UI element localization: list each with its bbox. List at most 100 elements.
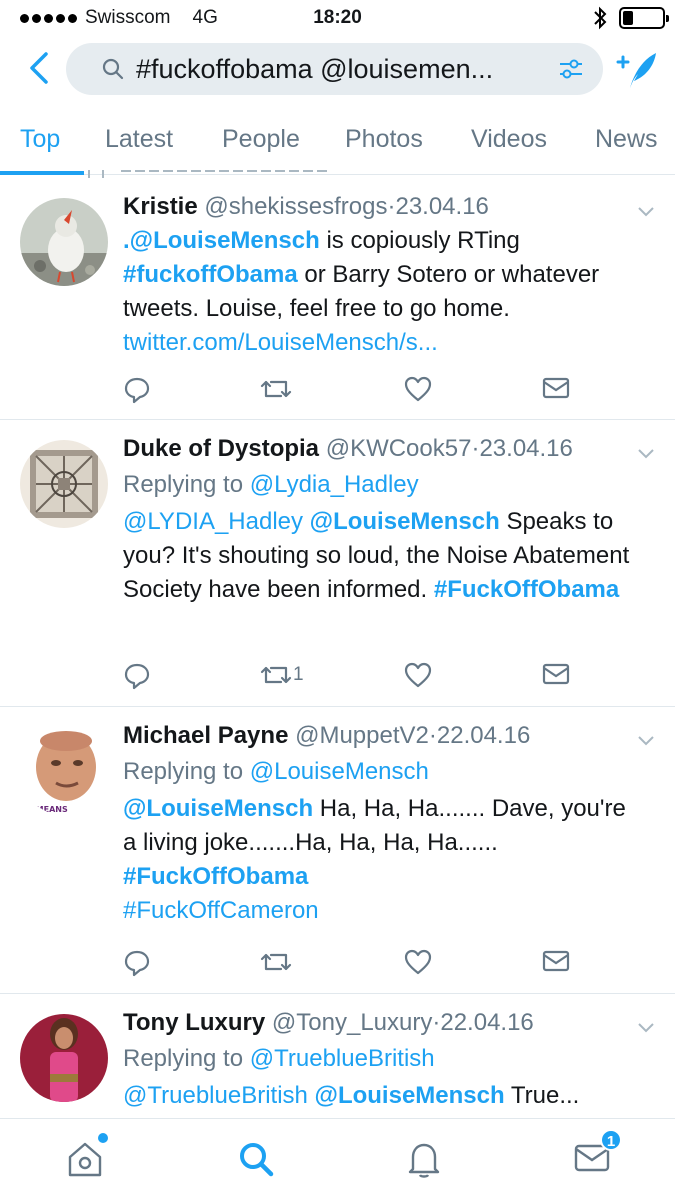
- user-handle[interactable]: @MuppetV2: [295, 722, 429, 749]
- mention-link[interactable]: @LouiseMensch: [123, 795, 313, 822]
- replying-to: Replying to @Lydia_Hadley: [123, 467, 635, 503]
- replying-to: Replying to @TrueblueBritish: [123, 1041, 635, 1077]
- avatar[interactable]: [20, 1014, 108, 1102]
- hashtag-link[interactable]: #fuckoffObama: [123, 261, 298, 288]
- bottom-tab-bar: 1: [0, 1118, 675, 1200]
- home-icon: [68, 1142, 102, 1177]
- like-button[interactable]: [404, 662, 432, 688]
- user-handle[interactable]: @Tony_Luxury: [272, 1009, 432, 1036]
- retweet-button[interactable]: [259, 949, 293, 975]
- chevron-down-icon[interactable]: [635, 1016, 657, 1038]
- like-button[interactable]: [404, 376, 432, 402]
- tweet-date: 23.04.16: [395, 193, 489, 220]
- retweet-button[interactable]: [259, 376, 293, 402]
- bell-icon: [408, 1143, 440, 1178]
- retweet-icon: [260, 666, 292, 684]
- user-handle[interactable]: @shekissesfrogs: [204, 193, 387, 220]
- search-filter-button[interactable]: [557, 55, 585, 88]
- tab-people[interactable]: People: [222, 125, 300, 154]
- mention-link[interactable]: .@LouiseMensch: [123, 227, 320, 254]
- tweet-header: Duke of Dystopia @KWCook57·23.04.16: [123, 434, 635, 464]
- tweet-header: Michael Payne @MuppetV2·22.04.16: [123, 721, 635, 751]
- display-name[interactable]: Michael Payne: [123, 722, 288, 749]
- tweet[interactable]: Tony Luxury @Tony_Luxury·22.04.16 Replyi…: [0, 994, 675, 1118]
- like-button[interactable]: [404, 949, 432, 975]
- bluetooth-icon: [594, 6, 607, 30]
- tweet-text-part: True...: [504, 1082, 580, 1109]
- replying-to: Replying to @LouiseMensch: [123, 754, 635, 790]
- mention-link[interactable]: @TrueblueBritish: [123, 1082, 308, 1109]
- url-link[interactable]: twitter.com/LouiseMensch/s...: [123, 329, 438, 356]
- tweet[interactable]: Kristie @shekissesfrogs·23.04.16 .@Louis…: [0, 178, 675, 420]
- tweet-header: Kristie @shekissesfrogs·23.04.16: [123, 192, 635, 222]
- replying-to-prefix: Replying to: [123, 471, 250, 498]
- display-name[interactable]: Kristie: [123, 193, 198, 220]
- mention-link[interactable]: @LouiseMensch: [315, 1082, 505, 1109]
- avatar-caption: VEMEANS: [24, 805, 68, 814]
- replying-to-link[interactable]: @Lydia_Hadley: [250, 471, 419, 498]
- search-input[interactable]: #fuckoffobama @louisemen...: [66, 43, 603, 95]
- tweet-date: 22.04.16: [440, 1009, 534, 1036]
- replying-to-link[interactable]: @LouiseMensch: [250, 758, 429, 785]
- tab-videos[interactable]: Videos: [471, 125, 547, 154]
- heart-icon: [404, 949, 432, 975]
- reply-button[interactable]: [123, 949, 151, 977]
- status-bar: Swisscom 4G 18:20: [0, 0, 675, 36]
- envelope-icon: [542, 950, 570, 972]
- search-icon: [240, 1143, 274, 1177]
- mention-link[interactable]: @LouiseMensch: [310, 508, 500, 535]
- tab-top[interactable]: Top: [20, 125, 60, 154]
- reply-icon: [124, 663, 150, 690]
- sliders-icon: [560, 59, 582, 79]
- tweet-actions: [123, 376, 583, 406]
- chevron-down-icon[interactable]: [635, 442, 657, 464]
- replying-to-link[interactable]: @TrueblueBritish: [250, 1045, 435, 1072]
- nav-home[interactable]: [66, 1133, 108, 1184]
- reply-button[interactable]: [123, 662, 151, 690]
- tab-latest[interactable]: Latest: [105, 125, 173, 154]
- chevron-down-icon[interactable]: [635, 729, 657, 751]
- chevron-down-icon[interactable]: [635, 200, 657, 222]
- tweet-text: .@LouiseMensch is copiously RTing #fucko…: [123, 224, 635, 360]
- display-name[interactable]: Duke of Dystopia: [123, 435, 319, 462]
- replying-to-prefix: Replying to: [123, 758, 250, 785]
- hashtag-link[interactable]: #FuckOffCameron: [123, 897, 319, 924]
- tweet-date: 23.04.16: [479, 435, 573, 462]
- tweet-actions: [123, 949, 583, 979]
- active-tab-indicator: [0, 171, 84, 175]
- reply-icon: [124, 950, 150, 977]
- mention-link[interactable]: @LYDIA_Hadley: [123, 508, 303, 535]
- back-button[interactable]: [22, 48, 56, 88]
- direct-message-button[interactable]: [542, 662, 570, 686]
- search-query[interactable]: #fuckoffobama @louisemen...: [136, 54, 511, 85]
- reply-button[interactable]: [123, 376, 151, 404]
- direct-message-button[interactable]: [542, 949, 570, 973]
- tab-news[interactable]: News: [595, 125, 658, 154]
- direct-message-button[interactable]: [542, 376, 570, 400]
- user-handle[interactable]: @KWCook57: [326, 435, 472, 462]
- tweet[interactable]: VEMEANS Michael Payne @MuppetV2·22.04.16…: [0, 707, 675, 994]
- compose-quill-icon: [616, 53, 656, 88]
- heart-icon: [404, 376, 432, 402]
- avatar[interactable]: [20, 198, 108, 286]
- nav-notifications[interactable]: [405, 1139, 443, 1184]
- hashtag-link[interactable]: #FuckOffObama: [434, 576, 619, 603]
- chevron-left-icon: [30, 52, 48, 84]
- retweet-icon: [260, 380, 292, 398]
- nav-search[interactable]: [236, 1139, 276, 1184]
- search-icon: [102, 58, 124, 80]
- clock: 18:20: [313, 7, 362, 28]
- heart-icon: [404, 662, 432, 688]
- tab-photos[interactable]: Photos: [345, 125, 423, 154]
- tweet-header: Tony Luxury @Tony_Luxury·22.04.16: [123, 1008, 635, 1038]
- tweet[interactable]: Duke of Dystopia @KWCook57·23.04.16 Repl…: [0, 420, 675, 707]
- avatar[interactable]: [20, 440, 108, 528]
- hashtag-link[interactable]: #FuckOffObama: [123, 863, 308, 890]
- retweet-button[interactable]: 1: [259, 662, 304, 688]
- avatar[interactable]: VEMEANS: [20, 727, 108, 815]
- search-tabs: Top Latest People Photos Videos News: [0, 113, 675, 175]
- nav-messages[interactable]: 1: [574, 1129, 622, 1180]
- display-name[interactable]: Tony Luxury: [123, 1009, 265, 1036]
- compose-tweet-button[interactable]: [612, 48, 660, 97]
- replying-to-prefix: Replying to: [123, 1045, 250, 1072]
